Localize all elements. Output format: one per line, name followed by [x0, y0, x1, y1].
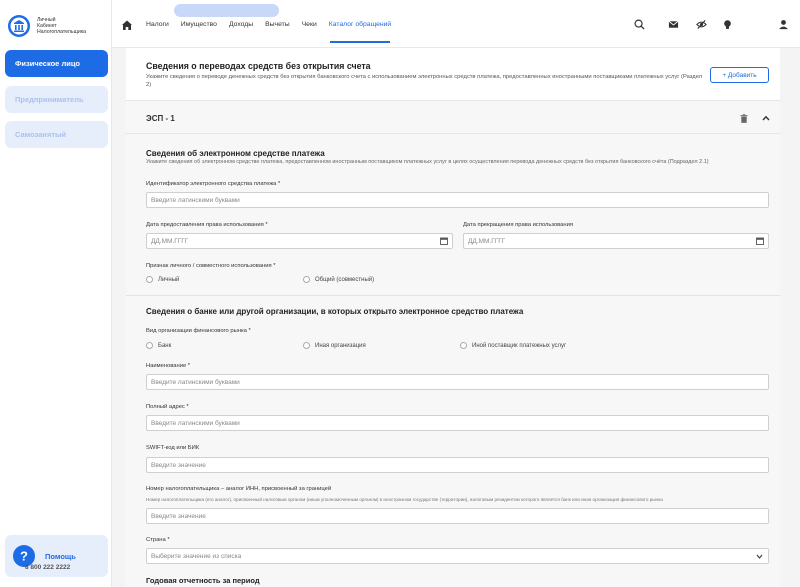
usage-personal-radio[interactable]: Личный — [146, 276, 179, 283]
chevron-up-icon[interactable] — [762, 115, 770, 121]
active-tab-underline — [330, 41, 390, 43]
calendar-icon[interactable] — [756, 237, 764, 245]
bank-title: Сведения о банке или другой организации,… — [146, 307, 524, 316]
instrument-title: Сведения об электронном средстве платежа — [146, 149, 325, 158]
eye-off-icon[interactable] — [696, 19, 707, 30]
fns-emblem-icon — [8, 15, 30, 37]
sidebar-item-entrepreneur[interactable]: Предприниматель — [5, 86, 108, 113]
logo-text: Личный Кабинет Налогоплательщика — [37, 17, 86, 35]
swift-label: SWIFT-код или БИК — [146, 445, 200, 451]
add-button[interactable]: + Добавить — [710, 67, 769, 83]
main-content: Сведения о переводах средств без открыти… — [126, 48, 780, 587]
radio-label: Общий (совместный) — [315, 276, 375, 283]
country-label: Страна * — [146, 537, 170, 543]
radio-circle — [303, 342, 310, 349]
radio-label: Иная организация — [315, 342, 366, 349]
date-from-input[interactable]: ДД.ММ.ГГГГ — [146, 233, 453, 249]
usage-label: Признак личного / совместного использова… — [146, 263, 276, 269]
swift-input[interactable]: Введите значение — [146, 457, 769, 473]
sidebar-item-self-employed[interactable]: Самозанятый — [5, 121, 108, 148]
help-widget[interactable]: ? Помощь 8 800 222 2222 — [5, 535, 108, 577]
home-icon[interactable] — [121, 19, 133, 31]
top-bar: Налоги Имущество Доходы Вычеты Чеки Ката… — [112, 0, 800, 48]
date-to-input[interactable]: ДД.ММ.ГГГГ — [463, 233, 769, 249]
logo[interactable]: Личный Кабинет Налогоплательщика — [7, 12, 107, 40]
sidebar-item-individual[interactable]: Физическое лицо — [5, 50, 108, 77]
top-nav: Налоги Имущество Доходы Вычеты Чеки Ката… — [146, 21, 403, 28]
org-type-other-radio[interactable]: Иная организация — [303, 342, 366, 349]
radio-circle — [460, 342, 467, 349]
search-icon[interactable] — [634, 19, 645, 30]
date-from-label: Дата предоставления права использования … — [146, 222, 268, 228]
radio-label: Иной поставщик платежных услуг — [472, 342, 567, 349]
mail-icon[interactable] — [668, 19, 679, 30]
help-phone: 8 800 222 2222 — [25, 563, 71, 571]
radio-circle — [303, 276, 310, 283]
address-label: Полный адрес * — [146, 404, 189, 410]
divider — [126, 295, 780, 296]
tin-input[interactable]: Введите значение — [146, 508, 769, 524]
address-input[interactable]: Введите латинскими буквами — [146, 415, 769, 431]
annual-report-title: Годовая отчетность за период — [146, 576, 260, 585]
org-type-bank-radio[interactable]: Банк — [146, 342, 171, 349]
usage-shared-radio[interactable]: Общий (совместный) — [303, 276, 374, 283]
bank-name-label: Наименование * — [146, 363, 191, 369]
section-title: Сведения о переводах средств без открыти… — [146, 61, 371, 71]
topnav-appeals-catalog[interactable]: Каталог обращений — [329, 21, 391, 28]
logo-line: Налогоплательщика — [37, 29, 87, 35]
esp-block: ЭСП - 1 Сведения об электронном средстве… — [126, 101, 780, 587]
topnav-taxes[interactable]: Налоги — [146, 21, 169, 28]
esp-id-label: Идентификатор электронного средства плат… — [146, 181, 281, 187]
radio-label: Личный — [158, 276, 180, 283]
chevron-down-icon[interactable] — [756, 554, 763, 559]
date-to-label: Дата прекращения права использования — [463, 222, 573, 228]
calendar-icon[interactable] — [440, 237, 448, 245]
country-select[interactable]: Выберите значение из списка — [146, 548, 769, 564]
lightbulb-icon[interactable] — [722, 19, 733, 30]
esp-title: ЭСП - 1 — [146, 114, 175, 123]
blurred-pill — [174, 4, 279, 17]
section-header: Сведения о переводах средств без открыти… — [126, 48, 780, 101]
esp-header[interactable]: ЭСП - 1 — [126, 101, 780, 134]
tin-description: Номер налогоплательщика (его аналог), пр… — [146, 497, 663, 502]
sidebar: Личный Кабинет Налогоплательщика Физичес… — [0, 0, 112, 587]
bank-name-input[interactable]: Введите латинскими буквами — [146, 374, 769, 390]
radio-circle — [146, 342, 153, 349]
help-text: Помощь 8 800 222 2222 — [25, 551, 76, 571]
help-title: Помощь — [45, 551, 76, 561]
tin-label: Номер налогоплательщика – аналог ИНН, пр… — [146, 486, 332, 492]
org-type-label: Вид организации финансового рынка * — [146, 328, 251, 334]
user-icon[interactable] — [778, 19, 789, 30]
topnav-receipts[interactable]: Чеки — [302, 21, 317, 28]
topnav-property[interactable]: Имущество — [181, 21, 217, 28]
org-type-provider-radio[interactable]: Иной поставщик платежных услуг — [460, 342, 566, 349]
instrument-description: Укажите сведения об электронном средстве… — [146, 159, 709, 165]
esp-id-input[interactable]: Введите латинскими буквами — [146, 192, 769, 208]
section-description: Укажите сведения о переводе денежных сре… — [146, 74, 703, 88]
svg-text:?: ? — [20, 549, 28, 564]
radio-label: Банк — [158, 342, 172, 349]
radio-circle — [146, 276, 153, 283]
topnav-income[interactable]: Доходы — [229, 21, 253, 28]
topnav-deductions[interactable]: Вычеты — [265, 21, 290, 28]
trash-icon[interactable] — [740, 114, 748, 123]
